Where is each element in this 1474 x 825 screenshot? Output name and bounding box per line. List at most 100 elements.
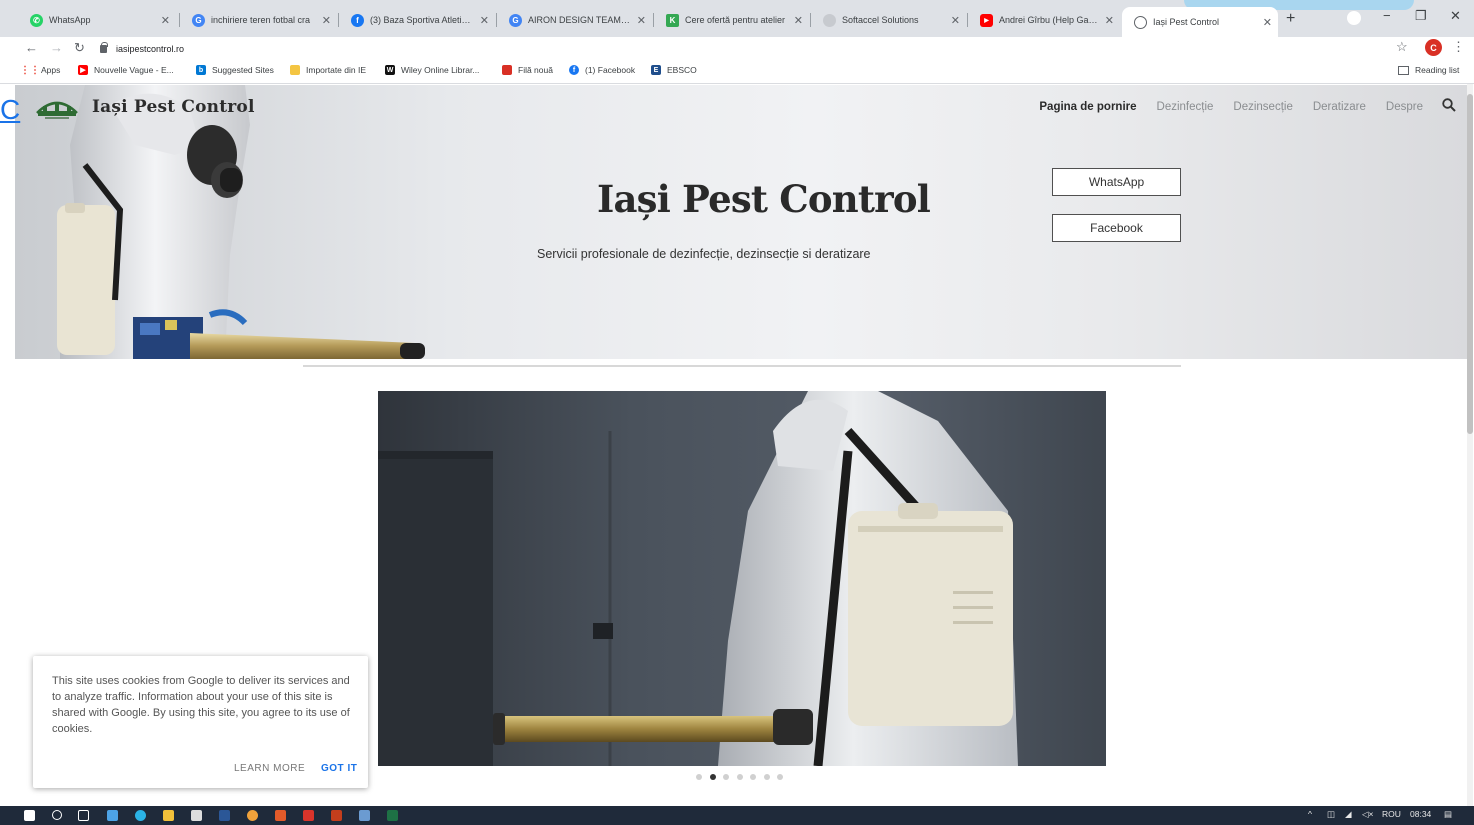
carousel-dot[interactable]: [750, 774, 756, 780]
url-text: iasipestcontrol.ro: [116, 43, 185, 54]
nav-despre[interactable]: Despre: [1386, 101, 1423, 113]
learn-more-link[interactable]: LEARN MORE: [234, 763, 305, 774]
powerpoint-icon[interactable]: [331, 810, 342, 821]
bookmark-wiley[interactable]: W Wiley Online Librar...: [385, 65, 479, 75]
scrollbar-thumb[interactable]: [1467, 94, 1473, 434]
nav-dezinfectie[interactable]: Dezinfecție: [1157, 101, 1214, 113]
address-bar-row: ← → ↻ iasipestcontrol.ro ☆ C ⋮: [0, 37, 1474, 60]
carousel-indicators: [696, 774, 791, 780]
close-tab-icon[interactable]: ✕: [322, 14, 331, 27]
page-scrollbar[interactable]: [1467, 84, 1473, 806]
close-tab-icon[interactable]: ✕: [161, 14, 170, 27]
carousel-dot[interactable]: [723, 774, 729, 780]
tab-youtube[interactable]: ▶ Andrei Gîrbu (Help Garag ✕: [968, 7, 1120, 33]
nav-dezinsectie[interactable]: Dezinsecție: [1233, 101, 1292, 113]
minimize-button[interactable]: −: [1383, 8, 1391, 23]
tab-google-search[interactable]: G inchiriere teren fotbal cra ✕: [180, 7, 337, 33]
bookmark-fila-noua[interactable]: Filă nouă: [502, 65, 553, 75]
site-logo[interactable]: Iași Pest Control: [35, 93, 255, 121]
bookmark-facebook[interactable]: f (1) Facebook: [569, 65, 635, 75]
back-arrow-icon[interactable]: ←: [25, 40, 38, 55]
main-navigation: Pagina de pornire Dezinfecție Dezinsecți…: [1019, 101, 1423, 113]
task-view-icon[interactable]: [78, 810, 89, 821]
google-icon: G: [509, 13, 522, 27]
close-tab-icon[interactable]: ✕: [1263, 16, 1272, 29]
bookmark-suggested-sites[interactable]: b Suggested Sites: [196, 65, 274, 75]
nav-home[interactable]: Pagina de pornire: [1039, 101, 1136, 113]
windows-start-icon[interactable]: [24, 810, 35, 821]
newtab-icon: [502, 65, 512, 75]
pdf-icon[interactable]: [303, 810, 314, 821]
reload-icon[interactable]: ↻: [74, 40, 85, 56]
facebook-button[interactable]: Facebook: [1052, 214, 1181, 242]
close-tab-icon[interactable]: ✕: [794, 14, 803, 27]
screen: ✆ WhatsApp ✕ G inchiriere teren fotbal c…: [0, 0, 1474, 825]
new-tab-button[interactable]: +: [1286, 10, 1295, 28]
browser-menu-icon[interactable]: ⋮: [1452, 39, 1465, 55]
ebsco-icon: E: [651, 65, 661, 75]
tab-airon[interactable]: G AIRON DESIGN TEAM SRL ✕: [497, 7, 652, 33]
clock[interactable]: 08:34: [1410, 809, 1431, 819]
notifications-icon[interactable]: ▤: [1444, 809, 1452, 820]
address-field[interactable]: iasipestcontrol.ro: [100, 39, 1380, 58]
whatsapp-button[interactable]: WhatsApp: [1052, 168, 1181, 196]
tab-oferta[interactable]: K Cere ofertă pentru atelier ✕: [654, 7, 809, 33]
reading-list-button[interactable]: Reading list: [1398, 65, 1459, 75]
profile-avatar[interactable]: C: [1425, 39, 1442, 56]
close-tab-icon[interactable]: ✕: [637, 14, 646, 27]
section-divider: [303, 365, 1181, 367]
wifi-icon[interactable]: ◢: [1345, 809, 1352, 820]
tab-facebook[interactable]: f (3) Baza Sportiva Atletico C ✕: [339, 7, 495, 33]
got-it-button[interactable]: GOT IT: [321, 763, 357, 774]
site-icon: K: [666, 13, 679, 27]
tab-iasi-pest-control-active[interactable]: Iași Pest Control ✕: [1122, 7, 1278, 37]
file-explorer-icon[interactable]: [107, 810, 118, 821]
youtube-icon: ▶: [980, 13, 993, 27]
tab-whatsapp[interactable]: ✆ WhatsApp ✕: [18, 7, 176, 33]
bookmark-importate-din-ie[interactable]: Importate din IE: [290, 65, 366, 75]
close-tab-icon[interactable]: ✕: [951, 14, 960, 27]
folder-icon[interactable]: [163, 810, 174, 821]
carousel-dot[interactable]: [736, 774, 743, 780]
bookmark-apps[interactable]: ⋮⋮ Apps: [20, 65, 60, 76]
close-window-button[interactable]: ✕: [1450, 8, 1461, 24]
close-tab-icon[interactable]: ✕: [480, 14, 489, 27]
bookmark-star-icon[interactable]: ☆: [1396, 39, 1408, 55]
word-icon[interactable]: [219, 810, 230, 821]
carousel-dot[interactable]: [696, 774, 702, 780]
language-indicator[interactable]: ROU: [1382, 809, 1401, 819]
app-icon[interactable]: [275, 810, 286, 821]
carousel-dot[interactable]: [777, 774, 783, 780]
nav-deratizare[interactable]: Deratizare: [1313, 101, 1366, 113]
network-icon[interactable]: ◫: [1327, 809, 1335, 820]
restore-button[interactable]: ❐: [1415, 8, 1427, 24]
stray-link-text[interactable]: C: [0, 96, 20, 124]
cookie-message: This site uses cookies from Google to de…: [52, 675, 350, 735]
bookmark-nouvelle-vague[interactable]: ▶ Nouvelle Vague - E...: [78, 65, 174, 75]
store-icon[interactable]: [191, 810, 202, 821]
carousel-dot-active[interactable]: [709, 774, 716, 780]
close-tab-icon[interactable]: ✕: [1105, 14, 1114, 27]
carousel-slide-image[interactable]: [378, 391, 1106, 766]
chrome-icon[interactable]: [247, 810, 258, 821]
youtube-icon: ▶: [78, 65, 88, 75]
bookmark-ebsco[interactable]: E EBSCO: [651, 65, 697, 75]
facebook-icon: f: [569, 65, 579, 75]
carousel-dot[interactable]: [763, 774, 770, 780]
browser-tab-strip: ✆ WhatsApp ✕ G inchiriere teren fotbal c…: [0, 0, 1474, 37]
excel-icon[interactable]: [387, 810, 398, 821]
tray-chevron-icon[interactable]: ^: [1308, 809, 1312, 819]
paint-icon[interactable]: [359, 810, 370, 821]
search-icon[interactable]: [52, 810, 62, 820]
profile-circle-icon[interactable]: [1347, 11, 1361, 25]
bookmarks-bar: ⋮⋮ Apps ▶ Nouvelle Vague - E... b Sugges…: [0, 60, 1474, 84]
volume-icon[interactable]: ◁×: [1362, 809, 1374, 820]
forward-arrow-icon[interactable]: →: [50, 40, 63, 55]
whatsapp-icon: ✆: [30, 13, 43, 27]
search-icon[interactable]: [1442, 98, 1456, 112]
tab-softaccel[interactable]: Softaccel Solutions ✕: [811, 7, 966, 33]
web-page: Iași Pest Control Pagina de pornire Dezi…: [0, 84, 1474, 806]
hero-worker-photo: [57, 85, 425, 359]
edge-icon[interactable]: [135, 810, 146, 821]
cookie-consent-banner: This site uses cookies from Google to de…: [33, 656, 368, 788]
